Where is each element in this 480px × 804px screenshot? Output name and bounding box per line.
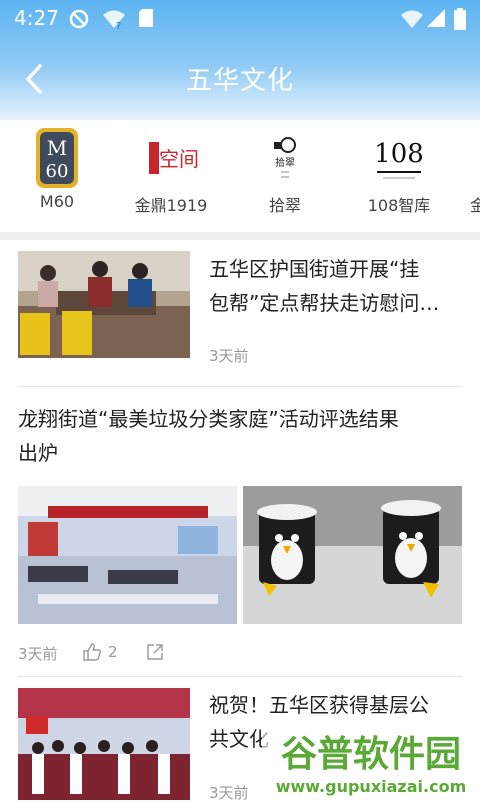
logo-text: 拾翠 [275,156,295,169]
tab-label: 拾翠 [268,196,301,215]
news-image[interactable] [18,486,237,624]
svg-text:M: M [47,136,67,160]
sync-off-icon [69,9,89,29]
tab-m60[interactable]: M 60 M60 [2,120,112,232]
tab-label: M60 [39,192,75,211]
tab-label: 108智库 [367,196,431,215]
news-thumbnail[interactable] [18,688,190,800]
like-icon[interactable] [82,642,102,662]
app-header: 4:27 ? 五华文化 [0,0,480,120]
tab-jinding1919[interactable]: 空间 金鼎1919 [116,120,226,232]
news-time: 3天前 [209,347,249,365]
news-headline[interactable]: 龙翔街道“最美垃圾分类家庭”活动评选结果 出炉 [18,402,468,470]
108-logo-icon: 108 [374,139,424,179]
logo-text: 空间 [159,147,199,171]
like-count: 2 [108,643,118,661]
logo-text: 108 [374,139,424,169]
tab-partial[interactable]: 金 [462,120,480,232]
jinding-logo-icon: 空间 [149,142,199,174]
sim-card-icon [139,9,153,27]
shicui-logo-icon: 拾翠 [274,137,296,178]
svg-text:60: 60 [46,161,69,182]
status-time: 4:27 [14,6,59,30]
divider [18,676,462,677]
venue-tabs: M 60 M60 空间 金鼎1919 拾翠 拾翠 108 108智库 [0,120,480,240]
svg-text:?: ? [116,21,121,30]
news-image[interactable] [243,486,462,624]
status-bar: 4:27 ? [0,0,480,36]
share-icon[interactable] [145,642,165,662]
divider [18,386,462,387]
m60-logo-icon: M 60 [36,128,78,188]
tab-108-zhiku[interactable]: 108 108智库 [344,120,454,232]
tab-label: 金鼎1919 [134,196,208,215]
signal-icon [427,9,445,27]
news-time: 3天前 [18,645,58,663]
watermark-url: www.gupuxiazai.com [276,777,467,796]
news-headline[interactable]: 五华区护国街道开展“挂 包帮”定点帮扶走访慰问… [209,252,469,320]
watermark-text: 谷普软件园 [281,734,461,775]
page-title: 五华文化 [185,66,294,96]
wifi-off-icon [401,10,423,28]
tab-label: 金 [470,192,480,216]
battery-icon [454,8,466,30]
watermark-logo: 谷普软件园 www.gupuxiazai.com [262,724,480,800]
tab-shicui[interactable]: 拾翠 拾翠 [230,120,340,232]
news-thumbnail[interactable] [18,251,190,358]
wifi-unknown-icon: ? [103,10,125,30]
